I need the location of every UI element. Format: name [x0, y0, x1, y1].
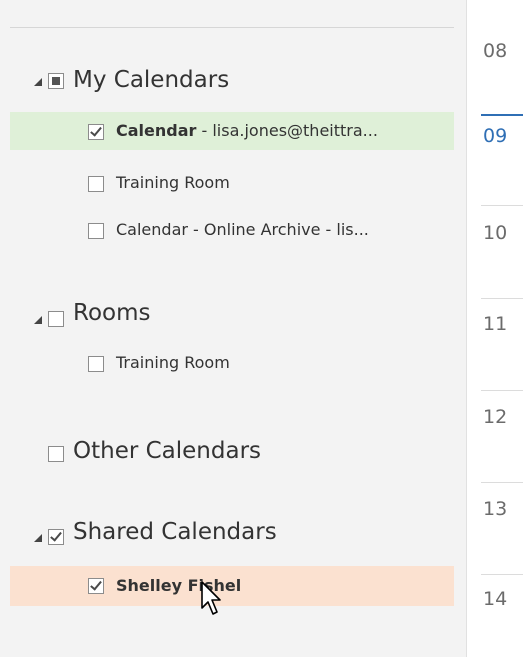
group-shared-calendars[interactable]: Shared Calendars [10, 512, 454, 556]
day-timeline[interactable]: 08 09 10 11 12 13 14 [467, 0, 523, 657]
calendar-checkbox[interactable] [88, 124, 104, 140]
my-calendars-checkbox[interactable] [48, 73, 64, 89]
calendar-item-shelley-fishel[interactable]: Shelley Fishel [10, 566, 454, 606]
calendar-item-rooms-training-room[interactable]: Training Room [10, 344, 454, 382]
top-divider [10, 27, 454, 28]
group-my-calendars[interactable]: My Calendars [10, 58, 454, 102]
hour-gridline [481, 298, 523, 299]
collapse-triangle-icon[interactable] [34, 78, 42, 86]
current-time-line [481, 114, 523, 116]
hour-label: 08 [483, 40, 508, 62]
hour-label: 12 [483, 406, 508, 428]
hour-label: 11 [483, 313, 508, 335]
calendar-item-label: Training Room [116, 173, 230, 192]
group-other-calendars[interactable]: Other Calendars [10, 430, 454, 474]
calendar-checkbox[interactable] [88, 223, 104, 239]
calendar-item-label: Calendar - Online Archive - lis... [116, 220, 369, 239]
calendar-checkbox[interactable] [88, 356, 104, 372]
hour-gridline [481, 574, 523, 575]
hour-gridline [481, 205, 523, 206]
calendar-navigation-pane: My Calendars Calendar - lisa.jones@theit… [0, 0, 466, 657]
calendar-checkbox[interactable] [88, 176, 104, 192]
hour-label: 14 [483, 588, 508, 610]
calendar-owner: - lisa.jones@theittra... [196, 121, 378, 140]
other-calendars-checkbox[interactable] [48, 446, 64, 462]
hour-gridline [481, 482, 523, 483]
calendar-item-training-room[interactable]: Training Room [10, 164, 454, 202]
rooms-checkbox[interactable] [48, 311, 64, 327]
hour-label: 13 [483, 498, 508, 520]
hour-gridline [481, 390, 523, 391]
collapse-triangle-icon[interactable] [34, 534, 42, 542]
hour-label: 10 [483, 222, 508, 244]
shared-calendars-checkbox[interactable] [48, 529, 64, 545]
group-label: Rooms [73, 300, 151, 326]
calendar-item-primary[interactable]: Calendar - lisa.jones@theittra... [10, 112, 454, 150]
calendar-checkbox[interactable] [88, 578, 104, 594]
collapse-triangle-icon[interactable] [34, 316, 42, 324]
calendar-name: Calendar [116, 121, 197, 140]
group-label: Shared Calendars [73, 519, 277, 545]
group-label: My Calendars [73, 67, 230, 93]
hour-label-current: 09 [483, 125, 508, 147]
calendar-item-label: Training Room [116, 353, 230, 372]
calendar-item-label: Calendar - lisa.jones@theittra... [116, 121, 378, 140]
mouse-pointer-icon [201, 581, 221, 615]
group-label: Other Calendars [73, 438, 262, 464]
group-rooms[interactable]: Rooms [10, 294, 454, 338]
calendar-item-online-archive[interactable]: Calendar - Online Archive - lis... [10, 211, 454, 249]
